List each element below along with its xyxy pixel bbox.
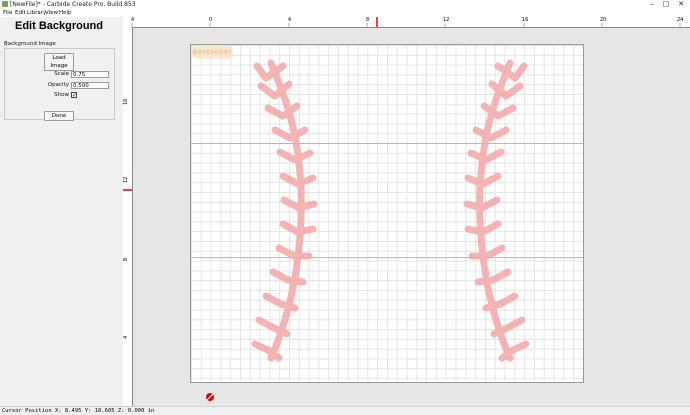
minimize-button[interactable]: –	[646, 0, 658, 8]
menu-help[interactable]: Help	[59, 9, 72, 17]
top-ruler-ticks	[131, 17, 681, 27]
scale-input[interactable]: 0.75	[71, 71, 109, 78]
design-canvas[interactable]: 4 0 4 8 12 16 20 24 16 12 8 4 Bestseller	[123, 17, 690, 406]
show-checkbox[interactable]: ✓	[71, 92, 77, 99]
left-ruler: 16 12 8 4	[123, 27, 133, 406]
background-image-group: Load Image Scale 0.75 Opacity 0.500 Show…	[4, 48, 115, 120]
top-ruler: 4 0 4 8 12 16 20 24	[123, 17, 690, 28]
left-ruler-ticks	[123, 189, 132, 191]
app-icon	[2, 1, 8, 7]
panel-title: Edit Background	[14, 20, 103, 32]
show-label: Show	[54, 92, 69, 98]
menu-edit[interactable]: Edit	[15, 9, 26, 17]
baseball-stitches-image	[206, 59, 530, 401]
menu-bar: File Edit Library View Help	[0, 9, 690, 17]
work-area[interactable]: Bestseller	[133, 28, 690, 406]
done-button[interactable]: Done	[44, 111, 74, 121]
opacity-label: Opacity	[47, 82, 69, 88]
background-image-group-label: Background Image	[4, 41, 56, 47]
edit-background-panel: Edit Background Background Image Load Im…	[0, 17, 124, 406]
maximize-button[interactable]: □	[660, 0, 672, 8]
opacity-input[interactable]: 0.500	[71, 82, 109, 89]
menu-library[interactable]: Library	[27, 9, 46, 17]
close-button[interactable]: ✕	[675, 0, 687, 8]
load-image-button[interactable]: Load Image	[44, 53, 74, 71]
menu-file[interactable]: File	[3, 9, 12, 17]
window-title: [NewFile]* - Carbide Create Pro, Build 8…	[10, 1, 136, 8]
title-bar: [NewFile]* - Carbide Create Pro, Build 8…	[0, 0, 690, 9]
menu-view[interactable]: View	[45, 9, 58, 17]
scale-label: Scale	[54, 71, 69, 77]
